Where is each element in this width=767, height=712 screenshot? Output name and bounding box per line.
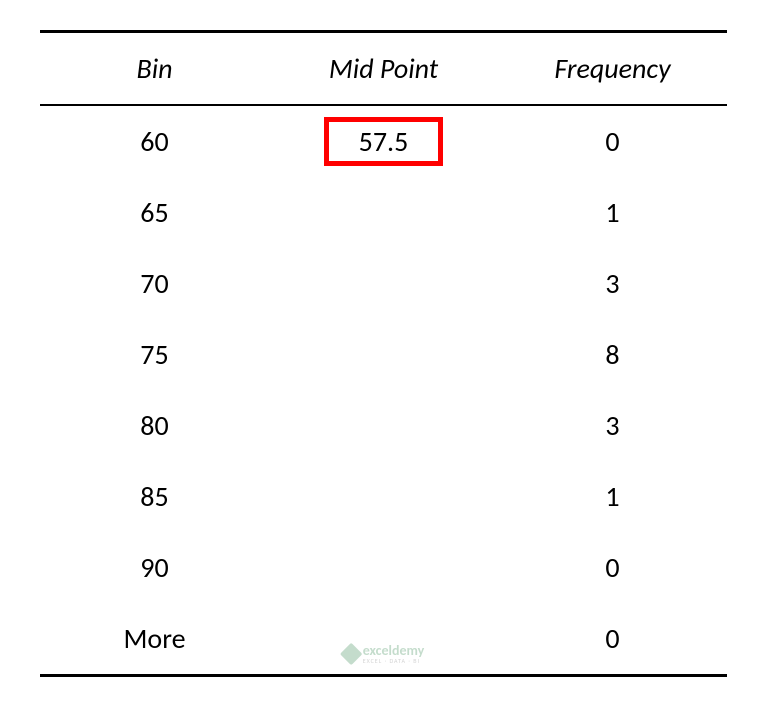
table-row: 6057.50 bbox=[40, 106, 727, 177]
cell-midpoint bbox=[269, 479, 498, 514]
table-row: 90 0 bbox=[40, 532, 727, 603]
watermark: exceldemy EXCEL · DATA · BI bbox=[343, 644, 425, 664]
cell-bin: 75 bbox=[40, 337, 269, 372]
cell-bin: 85 bbox=[40, 479, 269, 514]
watermark-main: exceldemy bbox=[363, 644, 425, 658]
header-midpoint: Mid Point bbox=[269, 51, 498, 86]
table-row: 65 1 bbox=[40, 177, 727, 248]
header-frequency: Frequency bbox=[498, 51, 727, 86]
table-header-row: Bin Mid Point Frequency bbox=[40, 33, 727, 106]
watermark-sub: EXCEL · DATA · BI bbox=[363, 658, 425, 664]
cell-midpoint bbox=[269, 266, 498, 301]
cell-frequency: 1 bbox=[498, 479, 727, 514]
cell-frequency: 8 bbox=[498, 337, 727, 372]
cell-frequency: 3 bbox=[498, 408, 727, 443]
cell-midpoint: 57.5 bbox=[269, 124, 498, 159]
cell-midpoint bbox=[269, 337, 498, 372]
cell-frequency: 1 bbox=[498, 195, 727, 230]
cell-bin: More bbox=[40, 621, 269, 656]
cell-bin: 60 bbox=[40, 124, 269, 159]
frequency-table: Bin Mid Point Frequency 6057.50651703758… bbox=[40, 30, 727, 677]
table-row: 80 3 bbox=[40, 390, 727, 461]
watermark-icon bbox=[339, 643, 362, 666]
table-row: 70 3 bbox=[40, 248, 727, 319]
table-body: 6057.50651703758803851900More0 bbox=[40, 106, 727, 674]
cell-bin: 90 bbox=[40, 550, 269, 585]
table-row: 85 1 bbox=[40, 461, 727, 532]
watermark-text: exceldemy EXCEL · DATA · BI bbox=[363, 644, 425, 664]
cell-bin: 70 bbox=[40, 266, 269, 301]
cell-frequency: 0 bbox=[498, 124, 727, 159]
cell-frequency: 3 bbox=[498, 266, 727, 301]
cell-midpoint bbox=[269, 550, 498, 585]
cell-midpoint bbox=[269, 408, 498, 443]
cell-frequency: 0 bbox=[498, 621, 727, 656]
header-bin: Bin bbox=[40, 51, 269, 86]
cell-bin: 80 bbox=[40, 408, 269, 443]
table-row: 75 8 bbox=[40, 319, 727, 390]
cell-frequency: 0 bbox=[498, 550, 727, 585]
cell-midpoint bbox=[269, 195, 498, 230]
highlighted-cell: 57.5 bbox=[324, 117, 444, 166]
cell-bin: 65 bbox=[40, 195, 269, 230]
